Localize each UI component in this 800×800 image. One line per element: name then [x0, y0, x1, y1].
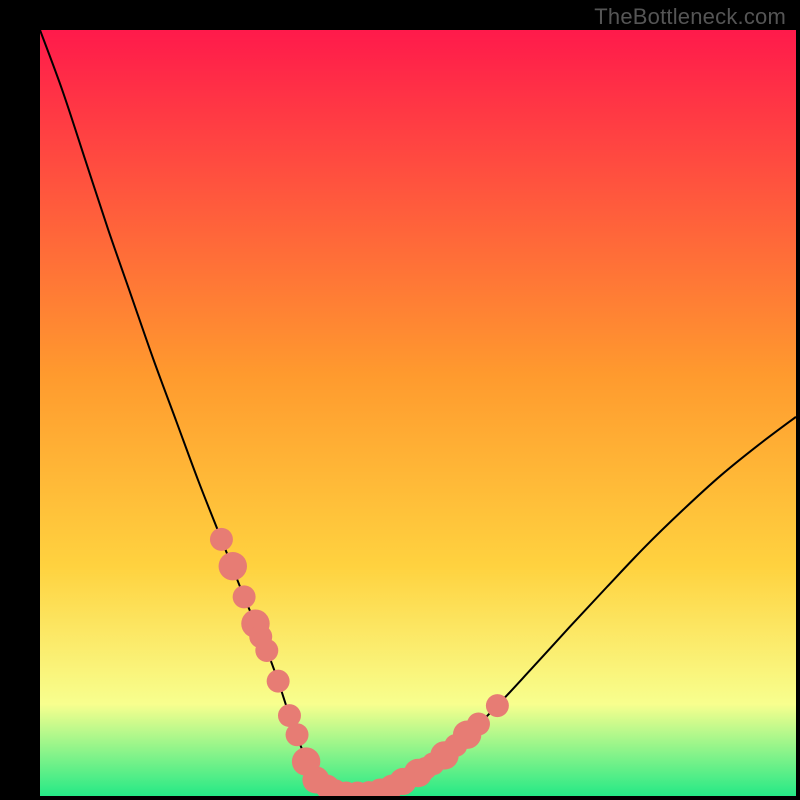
- chart-root: TheBottleneck.com: [0, 0, 800, 800]
- gradient-background: [40, 30, 796, 796]
- marker-dot: [267, 670, 290, 693]
- plot-svg: [40, 30, 796, 796]
- marker-dot: [486, 694, 509, 717]
- marker-dot: [255, 639, 278, 662]
- marker-dot: [467, 713, 490, 736]
- watermark-text: TheBottleneck.com: [594, 4, 786, 30]
- marker-dot: [210, 528, 233, 551]
- marker-dot: [286, 723, 309, 746]
- marker-dot: [219, 552, 247, 580]
- marker-dot: [233, 585, 256, 608]
- plot-area: [40, 30, 796, 796]
